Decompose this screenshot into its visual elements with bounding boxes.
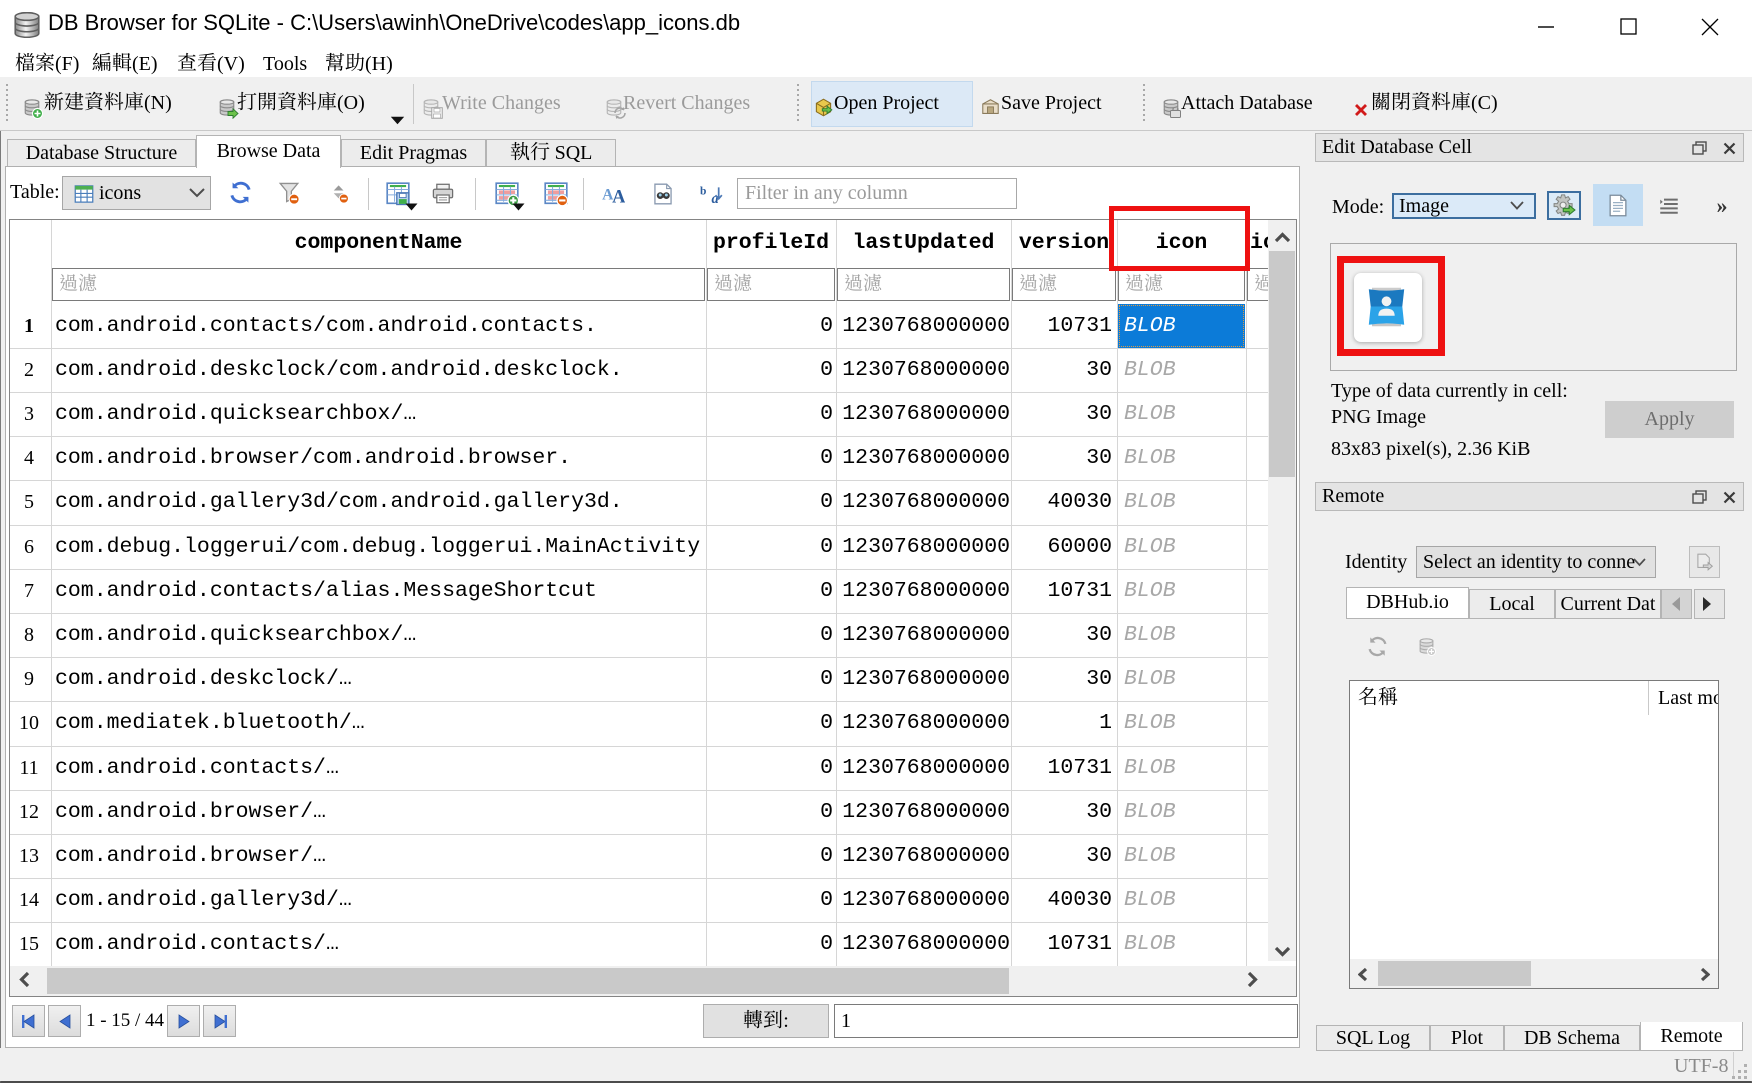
svg-text:A: A bbox=[612, 187, 625, 204]
svg-text:b: b bbox=[700, 186, 706, 198]
